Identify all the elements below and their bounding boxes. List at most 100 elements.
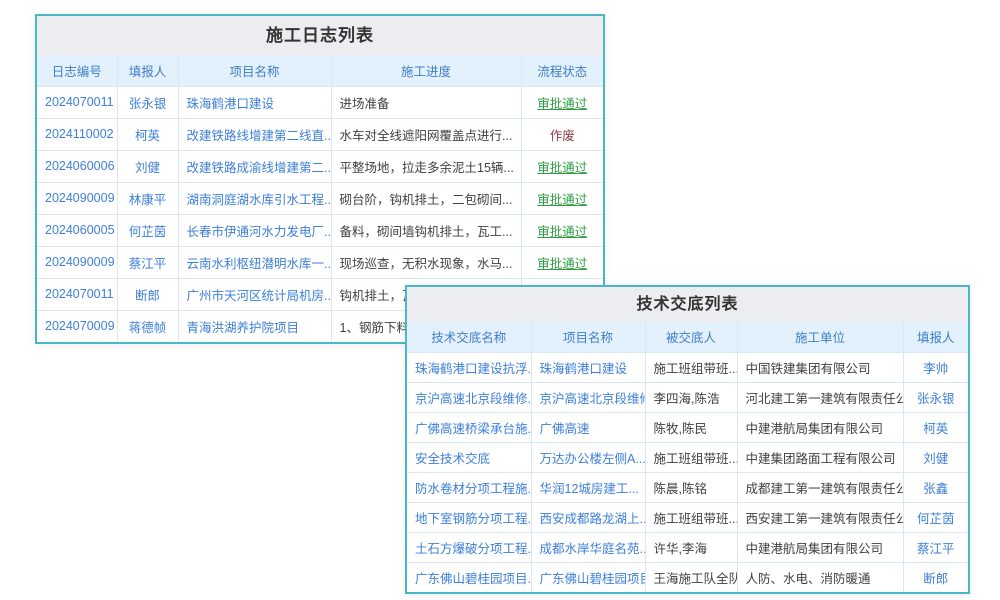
table-row: 京沪高速北京段维修...京沪高速北京段维修李四海,陈浩河北建工第一建筑有限责任公… bbox=[407, 382, 968, 412]
tech-disclosure-title: 技术交底列表 bbox=[407, 287, 968, 322]
col-header-project: 项目名称 bbox=[178, 56, 331, 86]
cell-project[interactable]: 长春市伊通河水力发电厂... bbox=[178, 214, 331, 246]
cell-reporter[interactable]: 何芷茵 bbox=[903, 502, 968, 532]
construction-log-title: 施工日志列表 bbox=[37, 16, 603, 56]
cell-reporter[interactable]: 蔡江平 bbox=[903, 532, 968, 562]
cell-project[interactable]: 京沪高速北京段维修 bbox=[531, 382, 645, 412]
cell-project[interactable]: 西安成都路龙湖上... bbox=[531, 502, 645, 532]
cell-project[interactable]: 广州市天河区统计局机房... bbox=[178, 278, 331, 310]
table-row: 土石方爆破分项工程...成都水岸华庭名苑...许华,李海中建港航局集团有限公司蔡… bbox=[407, 532, 968, 562]
table-row: 2024070011张永银珠海鹤港口建设进场准备审批通过 bbox=[37, 86, 603, 118]
cell-id[interactable]: 2024090009 bbox=[37, 246, 117, 278]
cell-progress: 备料，砌间墙钩机排土，瓦工... bbox=[331, 214, 521, 246]
cell-reporter[interactable]: 柯英 bbox=[903, 412, 968, 442]
cell-status[interactable]: 审批通过 bbox=[521, 150, 603, 182]
cell-reporter[interactable]: 刘健 bbox=[903, 442, 968, 472]
cell-project[interactable]: 广东佛山碧桂园项目 bbox=[531, 562, 645, 592]
col-header-progress: 施工进度 bbox=[331, 56, 521, 86]
cell-reporter[interactable]: 何芷茵 bbox=[117, 214, 178, 246]
cell-unit: 中建集团路面工程有限公司 bbox=[737, 442, 903, 472]
col-header-person: 被交底人 bbox=[645, 322, 737, 352]
construction-log-header: 日志编号 填报人 项目名称 施工进度 流程状态 bbox=[37, 56, 603, 86]
cell-name[interactable]: 土石方爆破分项工程... bbox=[407, 532, 531, 562]
cell-project[interactable]: 成都水岸华庭名苑... bbox=[531, 532, 645, 562]
cell-status[interactable]: 审批通过 bbox=[521, 86, 603, 118]
cell-name[interactable]: 京沪高速北京段维修... bbox=[407, 382, 531, 412]
cell-reporter[interactable]: 张永银 bbox=[903, 382, 968, 412]
cell-project[interactable]: 广佛高速 bbox=[531, 412, 645, 442]
cell-person: 陈牧,陈民 bbox=[645, 412, 737, 442]
col-header-reporter: 填报人 bbox=[903, 322, 968, 352]
cell-project[interactable]: 青海洪湖养护院项目 bbox=[178, 310, 331, 342]
cell-id[interactable]: 2024070011 bbox=[37, 86, 117, 118]
table-row: 2024090009林康平湖南洞庭湖水库引水工程...砌台阶，钩机排土，二包砌间… bbox=[37, 182, 603, 214]
cell-id[interactable]: 2024070009 bbox=[37, 310, 117, 342]
cell-reporter[interactable]: 张鑫 bbox=[903, 472, 968, 502]
cell-id[interactable]: 2024060005 bbox=[37, 214, 117, 246]
tech-disclosure-panel: 技术交底列表 技术交底名称 项目名称 被交底人 施工单位 填报人 珠海鹤港口建设… bbox=[405, 285, 970, 594]
cell-progress: 进场准备 bbox=[331, 86, 521, 118]
cell-reporter[interactable]: 蒋德帧 bbox=[117, 310, 178, 342]
table-row: 广东佛山碧桂园项目...广东佛山碧桂园项目王海施工队全队...人防、水电、消防暖… bbox=[407, 562, 968, 592]
cell-unit: 中建港航局集团有限公司 bbox=[737, 412, 903, 442]
cell-person: 施工班组带班... bbox=[645, 352, 737, 382]
cell-reporter[interactable]: 断郎 bbox=[117, 278, 178, 310]
col-header-status: 流程状态 bbox=[521, 56, 603, 86]
cell-id[interactable]: 2024090009 bbox=[37, 182, 117, 214]
cell-progress: 砌台阶，钩机排土，二包砌间... bbox=[331, 182, 521, 214]
cell-unit: 西安建工第一建筑有限责任公司 bbox=[737, 502, 903, 532]
table-row: 安全技术交底万达办公楼左侧A...施工班组带班...中建集团路面工程有限公司刘健 bbox=[407, 442, 968, 472]
cell-project[interactable]: 珠海鹤港口建设 bbox=[178, 86, 331, 118]
table-row: 防水卷材分项工程施...华润12城房建工...陈晨,陈铭成都建工第一建筑有限责任… bbox=[407, 472, 968, 502]
cell-project[interactable]: 珠海鹤港口建设 bbox=[531, 352, 645, 382]
cell-person: 陈晨,陈铭 bbox=[645, 472, 737, 502]
cell-person: 李四海,陈浩 bbox=[645, 382, 737, 412]
cell-id[interactable]: 2024070011 bbox=[37, 278, 117, 310]
cell-person: 施工班组带班... bbox=[645, 502, 737, 532]
cell-progress: 现场巡查，无积水现象，水马... bbox=[331, 246, 521, 278]
cell-project[interactable]: 云南水利枢纽潜明水库一... bbox=[178, 246, 331, 278]
cell-project[interactable]: 改建铁路线增建第二线直... bbox=[178, 118, 331, 150]
cell-reporter[interactable]: 林康平 bbox=[117, 182, 178, 214]
cell-project[interactable]: 湖南洞庭湖水库引水工程... bbox=[178, 182, 331, 214]
cell-id[interactable]: 2024110002 bbox=[37, 118, 117, 150]
col-header-log-id: 日志编号 bbox=[37, 56, 117, 86]
header-row: 技术交底名称 项目名称 被交底人 施工单位 填报人 bbox=[407, 322, 968, 352]
col-header-unit: 施工单位 bbox=[737, 322, 903, 352]
cell-unit: 人防、水电、消防暖通 bbox=[737, 562, 903, 592]
col-header-disclosure-name: 技术交底名称 bbox=[407, 322, 531, 352]
page: { "colors": { "panel_border": "#4bb6c5",… bbox=[0, 0, 1000, 600]
cell-status[interactable]: 审批通过 bbox=[521, 246, 603, 278]
header-row: 日志编号 填报人 项目名称 施工进度 流程状态 bbox=[37, 56, 603, 86]
cell-status[interactable]: 作废 bbox=[521, 118, 603, 150]
cell-status[interactable]: 审批通过 bbox=[521, 182, 603, 214]
cell-person: 施工班组带班... bbox=[645, 442, 737, 472]
cell-name[interactable]: 广佛高速桥梁承台施... bbox=[407, 412, 531, 442]
cell-id[interactable]: 2024060006 bbox=[37, 150, 117, 182]
cell-name[interactable]: 安全技术交底 bbox=[407, 442, 531, 472]
cell-project[interactable]: 万达办公楼左侧A... bbox=[531, 442, 645, 472]
cell-reporter[interactable]: 柯英 bbox=[117, 118, 178, 150]
tech-disclosure-table: 技术交底名称 项目名称 被交底人 施工单位 填报人 珠海鹤港口建设抗浮...珠海… bbox=[407, 322, 968, 592]
cell-unit: 成都建工第一建筑有限责任公司 bbox=[737, 472, 903, 502]
cell-project[interactable]: 华润12城房建工... bbox=[531, 472, 645, 502]
cell-name[interactable]: 广东佛山碧桂园项目... bbox=[407, 562, 531, 592]
cell-reporter[interactable]: 蔡江平 bbox=[117, 246, 178, 278]
cell-reporter[interactable]: 张永银 bbox=[117, 86, 178, 118]
cell-name[interactable]: 地下室钢筋分项工程... bbox=[407, 502, 531, 532]
table-row: 2024090009蔡江平云南水利枢纽潜明水库一...现场巡查，无积水现象，水马… bbox=[37, 246, 603, 278]
table-row: 珠海鹤港口建设抗浮...珠海鹤港口建设施工班组带班...中国铁建集团有限公司李帅 bbox=[407, 352, 968, 382]
cell-progress: 平整场地，拉走多余泥土15辆... bbox=[331, 150, 521, 182]
cell-reporter[interactable]: 刘健 bbox=[117, 150, 178, 182]
cell-reporter[interactable]: 断郎 bbox=[903, 562, 968, 592]
cell-reporter[interactable]: 李帅 bbox=[903, 352, 968, 382]
table-row: 2024110002柯英改建铁路线增建第二线直...水车对全线遮阳网覆盖点进行.… bbox=[37, 118, 603, 150]
tech-disclosure-header: 技术交底名称 项目名称 被交底人 施工单位 填报人 bbox=[407, 322, 968, 352]
cell-status[interactable]: 审批通过 bbox=[521, 214, 603, 246]
cell-name[interactable]: 珠海鹤港口建设抗浮... bbox=[407, 352, 531, 382]
cell-unit: 中国铁建集团有限公司 bbox=[737, 352, 903, 382]
cell-project[interactable]: 改建铁路成渝线增建第二... bbox=[178, 150, 331, 182]
table-row: 广佛高速桥梁承台施...广佛高速陈牧,陈民中建港航局集团有限公司柯英 bbox=[407, 412, 968, 442]
cell-name[interactable]: 防水卷材分项工程施... bbox=[407, 472, 531, 502]
col-header-project: 项目名称 bbox=[531, 322, 645, 352]
